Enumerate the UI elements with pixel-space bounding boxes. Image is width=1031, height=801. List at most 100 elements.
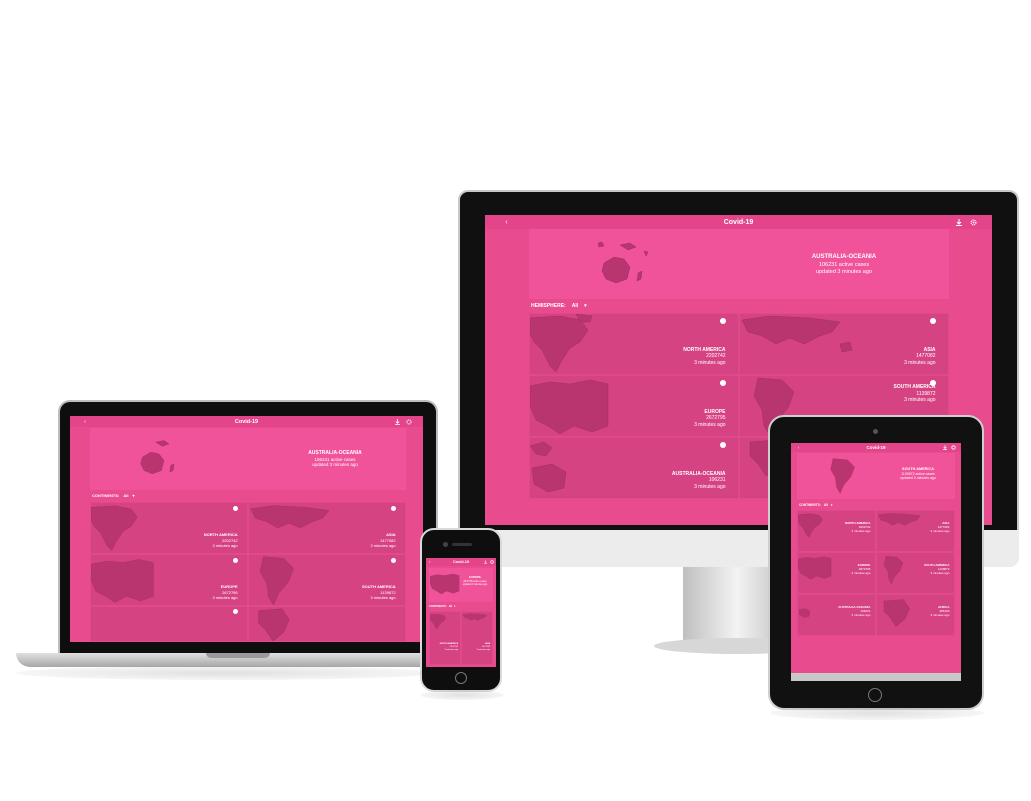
tile-north-america[interactable]: NORTH AMERICA 2202742 3 minutes ago xyxy=(90,502,248,554)
continent-grid: NORTH AMERICA 2202742 3 minutes ago ASIA… xyxy=(797,510,955,636)
australia-map xyxy=(597,241,649,284)
back-icon[interactable]: ‹ xyxy=(505,219,507,226)
refresh-icon[interactable] xyxy=(719,441,726,448)
tile-south-america[interactable]: SOUTH AMERICA 1139872 3 minutes ago xyxy=(248,554,406,606)
tile-name: SOUTH AMERICA xyxy=(362,584,396,590)
refresh-icon[interactable] xyxy=(929,317,936,324)
filter-select[interactable]: All xyxy=(572,303,578,309)
laptop-notch xyxy=(206,653,270,658)
phone-camera xyxy=(443,542,448,547)
tile-updated: 3 minutes ago xyxy=(851,612,871,617)
download-icon[interactable] xyxy=(955,218,962,226)
tile-stat: NORTH AMERICA 2202742 3 minutes ago xyxy=(683,347,725,367)
tile-australia-oceania[interactable] xyxy=(90,606,248,642)
tile-africa[interactable] xyxy=(248,606,406,642)
settings-icon[interactable] xyxy=(490,560,494,564)
tile-north-america[interactable]: NORTH AMERICA 2202742 3 minutes ago xyxy=(529,313,739,375)
back-icon[interactable]: ‹ xyxy=(429,560,430,564)
refresh-icon[interactable] xyxy=(232,506,238,511)
settings-icon[interactable] xyxy=(406,418,412,425)
tile-updated: 3 minutes ago xyxy=(904,359,936,366)
covid-app: ‹ Covid-19 SOUTH AMERICA 1139872 active … xyxy=(791,443,961,681)
refresh-icon[interactable] xyxy=(390,506,396,511)
back-icon[interactable]: ‹ xyxy=(798,445,800,450)
hero-updated: updated 3 minutes ago xyxy=(816,268,872,275)
tablet-mockup: ‹ Covid-19 SOUTH AMERICA 1139872 active … xyxy=(768,415,984,710)
tile-europe[interactable]: EUROPE 2672795 3 minutes ago xyxy=(90,554,248,606)
europe-map xyxy=(91,559,154,603)
tile-updated: 3 minutes ago xyxy=(930,612,950,617)
filter-bar: CONTINENTS: All ▾ xyxy=(799,503,832,507)
topbar-icons xyxy=(942,445,956,450)
tile-updated: 3 minutes ago xyxy=(694,483,726,490)
tile-africa[interactable]: AFRICA 386160 3 minutes ago xyxy=(876,594,955,636)
settings-icon[interactable] xyxy=(970,218,977,226)
filter-select[interactable]: All xyxy=(123,493,128,498)
download-icon[interactable] xyxy=(942,445,947,450)
tile-asia[interactable]: ASIA 1477082 3 minutes ago xyxy=(461,611,493,665)
tile-stat: ASIA 1477082 3 minutes ago xyxy=(476,643,490,652)
app-topbar: ‹ Covid-19 xyxy=(791,443,961,452)
download-icon[interactable] xyxy=(395,418,401,425)
topbar-icons xyxy=(395,418,412,425)
chevron-down-icon[interactable]: ▾ xyxy=(584,303,587,309)
tile-asia[interactable]: ASIA 1477082 3 minutes ago xyxy=(248,502,406,554)
asia-map xyxy=(741,315,853,353)
hero-card[interactable]: EUROPE 2672795 active cases updated 3 mi… xyxy=(429,568,493,602)
tile-asia[interactable]: ASIA 1477082 3 minutes ago xyxy=(739,313,949,375)
filter-select[interactable]: All xyxy=(449,605,452,608)
tile-south-america[interactable]: SOUTH AMERICA 1139872 3 minutes ago xyxy=(876,552,955,594)
filter-label: HEMISPHERE: xyxy=(531,303,566,309)
tile-australia-oceania[interactable]: AUSTRALIA-OCEANIA 106231 3 minutes ago xyxy=(529,437,739,499)
filter-bar: CONTINENTS: All ▾ xyxy=(429,605,455,608)
filter-select[interactable]: All xyxy=(824,503,828,507)
back-icon[interactable]: ‹ xyxy=(84,419,86,425)
refresh-icon[interactable] xyxy=(390,558,396,563)
chevron-down-icon[interactable]: ▾ xyxy=(132,493,134,498)
hero-active-cases: 106231 active cases xyxy=(818,261,870,268)
oceania-map xyxy=(798,608,811,618)
phone-speaker xyxy=(452,543,472,546)
tile-name: SOUTH AMERICA xyxy=(893,384,936,390)
refresh-icon[interactable] xyxy=(719,317,726,324)
hero-card[interactable]: AUSTRALIA-OCEANIA 106231 active cases up… xyxy=(529,229,949,299)
hero-updated: updated 3 minutes ago xyxy=(312,462,358,468)
tile-stat: AUSTRALIA-OCEANIA 106231 3 minutes ago xyxy=(672,471,726,491)
europe-map xyxy=(530,379,609,435)
chevron-down-icon[interactable]: ▾ xyxy=(454,605,455,608)
tile-north-america[interactable]: NORTH AMERICA 2202742 3 minutes ago xyxy=(797,510,876,552)
tile-updated: 3 minutes ago xyxy=(444,648,459,651)
app-title: Covid-19 xyxy=(866,445,886,450)
laptop-mockup: ‹ Covid-19 AUSTRALIA-OCEANIA 106231 acti… xyxy=(16,400,438,680)
tile-stat: ASIA 1477082 3 minutes ago xyxy=(904,347,935,367)
filter-label: CONTINENTS: xyxy=(429,605,447,608)
phone-shadow xyxy=(420,690,504,700)
tile-updated: 3 minutes ago xyxy=(212,594,238,600)
hero-info: EUROPE 2672795 active cases updated 3 mi… xyxy=(459,575,491,586)
hero-updated: updated 3 minutes ago xyxy=(900,476,936,481)
refresh-icon[interactable] xyxy=(719,379,726,386)
tile-updated: 3 minutes ago xyxy=(370,542,396,548)
hero-info: SOUTH AMERICA 1139872 active cases updat… xyxy=(887,467,949,481)
covid-app: ‹ Covid-19 EUROPE 2672795 active cases u… xyxy=(426,558,496,667)
download-icon[interactable] xyxy=(483,560,487,564)
refresh-icon[interactable] xyxy=(232,609,238,615)
tile-europe[interactable]: EUROPE 2672795 3 minutes ago xyxy=(529,375,739,437)
app-topbar: ‹ Covid-19 xyxy=(70,416,423,427)
filter-label: CONTINENTS: xyxy=(92,493,120,498)
tile-north-america[interactable]: NORTH AMERICA 2202742 3 minutes ago xyxy=(429,611,461,665)
app-topbar: ‹ Covid-19 xyxy=(426,558,496,566)
tile-asia[interactable]: ASIA 1477082 3 minutes ago xyxy=(876,510,955,552)
hero-card[interactable]: AUSTRALIA-OCEANIA 106231 active cases up… xyxy=(90,428,406,490)
refresh-icon[interactable] xyxy=(232,558,238,563)
chevron-down-icon[interactable]: ▾ xyxy=(831,503,833,507)
settings-icon[interactable] xyxy=(951,445,956,450)
filter-label: CONTINENTS: xyxy=(799,503,821,507)
tile-australia-oceania[interactable]: AUSTRALIA-OCEANIA 106231 3 minutes ago xyxy=(797,594,876,636)
tile-europe[interactable]: EUROPE 2672795 3 minutes ago xyxy=(797,552,876,594)
asia-map xyxy=(250,505,330,529)
hero-info: AUSTRALIA-OCEANIA 106231 active cases up… xyxy=(769,254,919,276)
hero-card[interactable]: SOUTH AMERICA 1139872 active cases updat… xyxy=(797,453,955,499)
north-america-map xyxy=(798,513,823,538)
tablet-screen-bottom-bar xyxy=(791,673,961,681)
